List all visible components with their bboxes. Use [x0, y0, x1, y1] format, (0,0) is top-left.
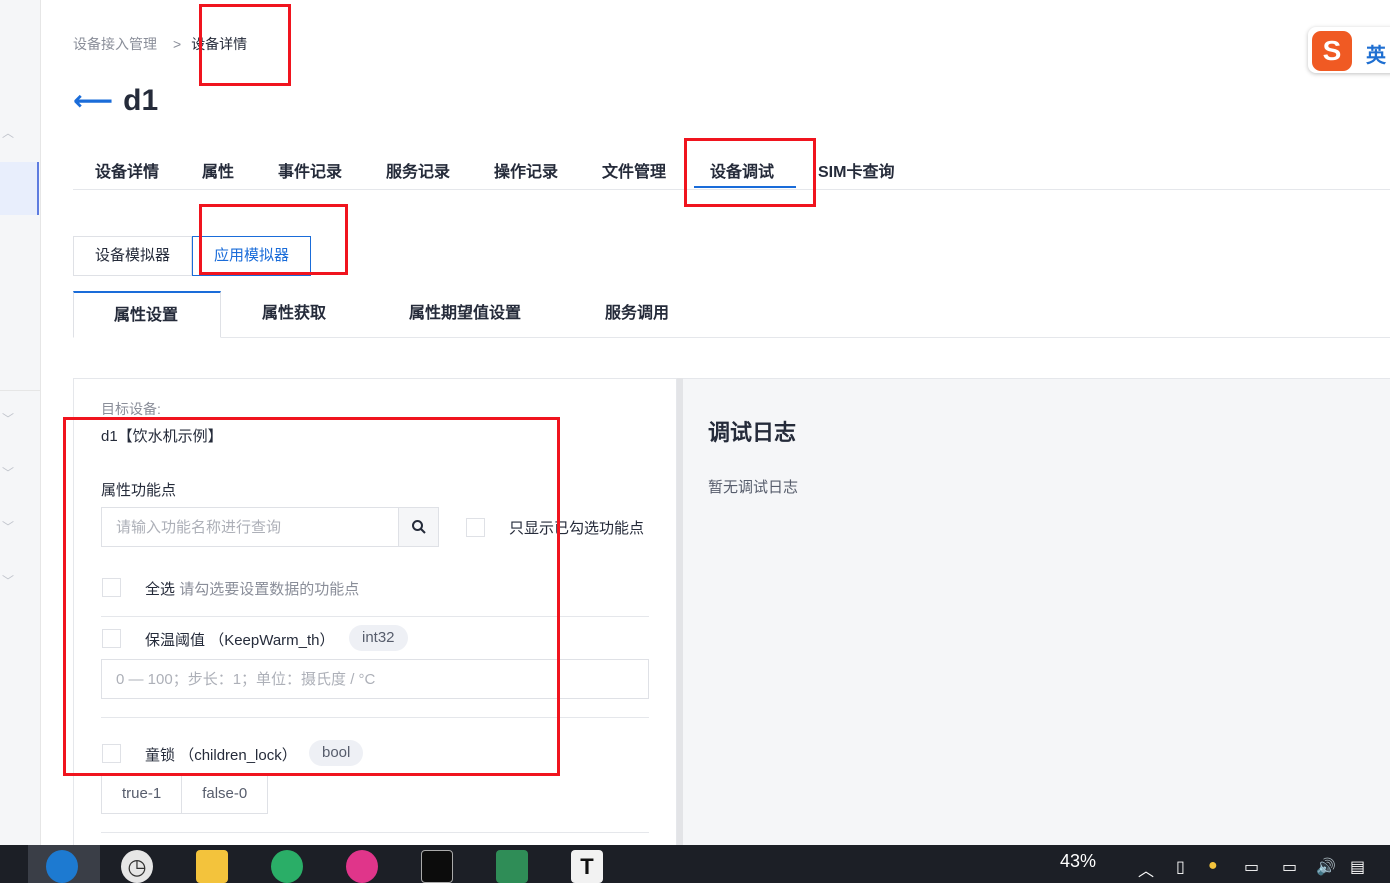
chat-app-icon[interactable]: [271, 850, 303, 883]
terminal-icon[interactable]: [421, 850, 453, 883]
tab-sim-query[interactable]: SIM卡查询: [818, 158, 894, 182]
left-nav-rail: ︿ ﹀ ﹀ ﹀ ﹀: [0, 0, 41, 845]
debug-log-panel: 调试日志 暂无调试日志: [683, 378, 1390, 845]
chevron-down-icon[interactable]: ﹀: [2, 464, 14, 481]
breadcrumb-parent-link[interactable]: 设备接入管理: [73, 36, 157, 52]
debug-log-title: 调试日志: [708, 420, 797, 445]
annotation-box: [199, 204, 348, 275]
battery-icon[interactable]: ▭: [1282, 857, 1297, 877]
ime-logo-icon: S: [1312, 31, 1352, 71]
chevron-down-icon[interactable]: ﹀: [2, 518, 14, 535]
notification-icon[interactable]: ▤: [1350, 857, 1365, 877]
page-title: ⟵ d1: [73, 84, 158, 118]
back-arrow-icon[interactable]: ⟵: [73, 85, 113, 116]
chevron-down-icon[interactable]: ﹀: [2, 410, 14, 427]
divider: [101, 832, 649, 833]
chevron-up-icon[interactable]: ︿: [2, 124, 14, 141]
subtab-property-set[interactable]: 属性设置: [73, 291, 221, 338]
chevron-down-icon[interactable]: ﹀: [2, 572, 14, 589]
volume-icon[interactable]: 🔊: [1316, 857, 1336, 877]
left-nav-selected-item[interactable]: [0, 162, 39, 215]
annotation-box: [63, 417, 560, 776]
tab-operation-records[interactable]: 操作记录: [494, 158, 558, 182]
editor-app-icon[interactable]: [496, 850, 528, 883]
subtab-property-get[interactable]: 属性获取: [262, 291, 326, 338]
annotation-box: [199, 4, 291, 86]
ime-status-widget[interactable]: S 英: [1308, 27, 1390, 73]
taskbar: ◷ T 43% ︿ ▯ ● ▭ ▭ 🔊 ▤: [0, 845, 1390, 883]
debug-log-empty: 暂无调试日志: [708, 479, 799, 496]
folder-icon[interactable]: [196, 850, 228, 883]
tray-app-icon[interactable]: ●: [1208, 857, 1218, 875]
device-simulator-button[interactable]: 设备模拟器: [73, 236, 193, 276]
network-icon[interactable]: ▭: [1244, 857, 1259, 877]
tab-event-records[interactable]: 事件记录: [278, 158, 342, 182]
subtab-service-invoke[interactable]: 服务调用: [605, 291, 669, 338]
annotation-box: [684, 138, 816, 207]
color-app-icon[interactable]: [346, 850, 378, 883]
simulator-subtabs: 属性设置 属性获取 属性期望值设置 服务调用: [73, 291, 1390, 338]
tab-device-details[interactable]: 设备详情: [95, 158, 159, 182]
bool-option-false[interactable]: false-0: [182, 774, 269, 814]
usb-icon[interactable]: ▯: [1176, 857, 1185, 877]
bool-option-true[interactable]: true-1: [101, 774, 183, 814]
tab-file-management[interactable]: 文件管理: [602, 158, 666, 182]
clock-app-icon[interactable]: ◷: [121, 850, 153, 883]
tab-service-records[interactable]: 服务记录: [386, 158, 450, 182]
typora-icon[interactable]: T: [571, 850, 603, 883]
browser-icon[interactable]: [46, 850, 78, 883]
battery-percent: 43%: [1060, 851, 1097, 871]
device-name: d1: [123, 84, 159, 117]
target-device-label: 目标设备:: [101, 401, 161, 417]
tray-expand-icon[interactable]: ︿: [1138, 857, 1154, 881]
breadcrumb-separator: >: [173, 36, 182, 52]
ime-language-indicator[interactable]: 英: [1366, 39, 1386, 68]
tab-properties[interactable]: 属性: [202, 158, 234, 182]
childlock-bool-options: true-1 false-0: [101, 774, 269, 814]
left-nav-divider: [0, 390, 40, 391]
subtab-desired-value-set[interactable]: 属性期望值设置: [409, 291, 521, 338]
